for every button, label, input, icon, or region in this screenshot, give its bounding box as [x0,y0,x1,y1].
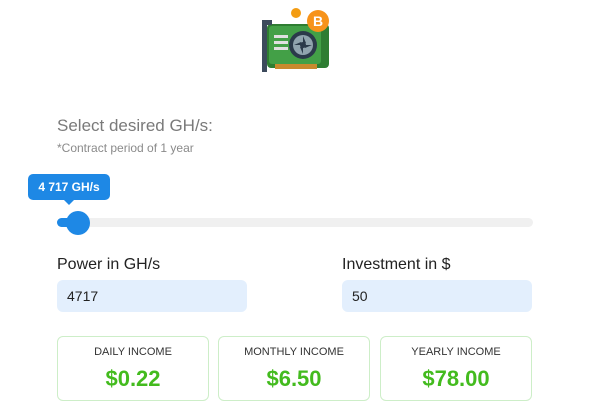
daily-income-card: DAILY INCOME $0.22 [57,336,209,401]
investment-label: Investment in $ [342,256,451,273]
hashrate-slider-track[interactable] [57,218,533,227]
monthly-income-value: $6.50 [266,366,322,391]
hashrate-slider-thumb[interactable] [66,211,91,235]
yearly-income-card: YEARLY INCOME $78.00 [380,336,532,401]
investment-input[interactable] [342,280,532,312]
gpu-bitcoin-icon: B [262,8,329,72]
power-input[interactable] [57,280,247,312]
slider-value-tooltip: 4 717 GH/s [28,174,110,200]
monthly-income-label: MONTHLY INCOME [244,346,344,358]
monthly-income-card: MONTHLY INCOME $6.50 [218,336,370,401]
tooltip-arrow [64,200,74,205]
yearly-income-value: $78.00 [422,366,490,391]
contract-period-note: *Contract period of 1 year [57,141,194,155]
power-label: Power in GH/s [57,256,161,273]
daily-income-label: DAILY INCOME [94,346,172,358]
svg-text:B: B [313,13,323,29]
yearly-income-label: YEARLY INCOME [411,346,501,358]
section-title: Select desired GH/s: [57,116,213,135]
daily-income-value: $0.22 [105,366,161,391]
